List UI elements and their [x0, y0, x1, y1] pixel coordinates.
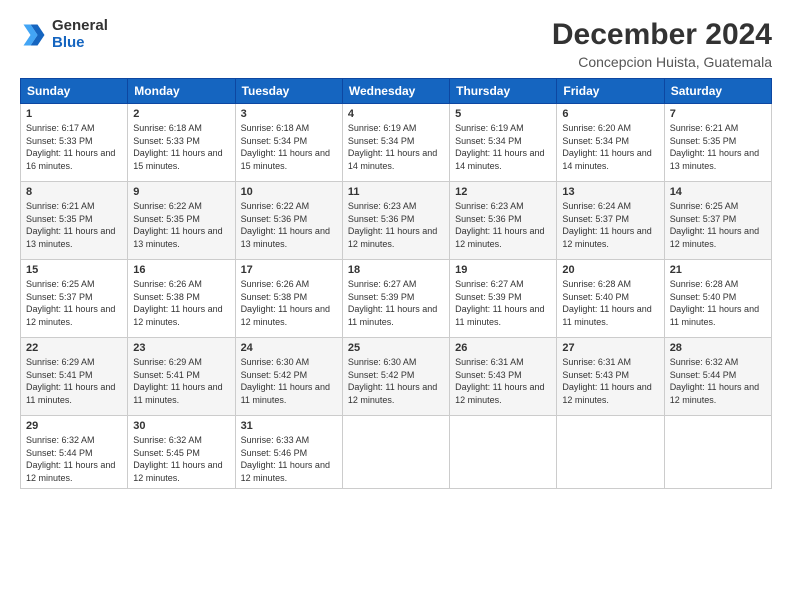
table-row: 4 Sunrise: 6:19 AMSunset: 5:34 PMDayligh…	[342, 104, 449, 182]
logo-text: General Blue	[52, 18, 108, 51]
table-row: 9 Sunrise: 6:22 AMSunset: 5:35 PMDayligh…	[128, 182, 235, 260]
logo-blue: Blue	[52, 35, 108, 52]
table-row	[664, 416, 771, 489]
table-row: 13 Sunrise: 6:24 AMSunset: 5:37 PMDaylig…	[557, 182, 664, 260]
calendar-table: Sunday Monday Tuesday Wednesday Thursday…	[20, 78, 772, 489]
col-tuesday: Tuesday	[235, 79, 342, 104]
col-friday: Friday	[557, 79, 664, 104]
table-row: 22 Sunrise: 6:29 AMSunset: 5:41 PMDaylig…	[21, 338, 128, 416]
table-row: 29 Sunrise: 6:32 AMSunset: 5:44 PMDaylig…	[21, 416, 128, 489]
table-row: 1 Sunrise: 6:17 AMSunset: 5:33 PMDayligh…	[21, 104, 128, 182]
table-row	[450, 416, 557, 489]
table-row: 7 Sunrise: 6:21 AMSunset: 5:35 PMDayligh…	[664, 104, 771, 182]
table-row: 18 Sunrise: 6:27 AMSunset: 5:39 PMDaylig…	[342, 260, 449, 338]
calendar-header-row: Sunday Monday Tuesday Wednesday Thursday…	[21, 79, 772, 104]
table-row: 6 Sunrise: 6:20 AMSunset: 5:34 PMDayligh…	[557, 104, 664, 182]
table-row	[557, 416, 664, 489]
table-row: 28 Sunrise: 6:32 AMSunset: 5:44 PMDaylig…	[664, 338, 771, 416]
table-row: 21 Sunrise: 6:28 AMSunset: 5:40 PMDaylig…	[664, 260, 771, 338]
header: General Blue December 2024 Concepcion Hu…	[20, 18, 772, 70]
col-monday: Monday	[128, 79, 235, 104]
col-sunday: Sunday	[21, 79, 128, 104]
table-row: 27 Sunrise: 6:31 AMSunset: 5:43 PMDaylig…	[557, 338, 664, 416]
table-row: 19 Sunrise: 6:27 AMSunset: 5:39 PMDaylig…	[450, 260, 557, 338]
table-row: 11 Sunrise: 6:23 AMSunset: 5:36 PMDaylig…	[342, 182, 449, 260]
table-row: 16 Sunrise: 6:26 AMSunset: 5:38 PMDaylig…	[128, 260, 235, 338]
table-row: 23 Sunrise: 6:29 AMSunset: 5:41 PMDaylig…	[128, 338, 235, 416]
table-row: 3 Sunrise: 6:18 AMSunset: 5:34 PMDayligh…	[235, 104, 342, 182]
month-title: December 2024	[552, 18, 772, 52]
table-row: 2 Sunrise: 6:18 AMSunset: 5:33 PMDayligh…	[128, 104, 235, 182]
table-row: 26 Sunrise: 6:31 AMSunset: 5:43 PMDaylig…	[450, 338, 557, 416]
table-row: 24 Sunrise: 6:30 AMSunset: 5:42 PMDaylig…	[235, 338, 342, 416]
table-row: 25 Sunrise: 6:30 AMSunset: 5:42 PMDaylig…	[342, 338, 449, 416]
table-row	[342, 416, 449, 489]
logo-icon	[20, 21, 48, 49]
table-row: 8 Sunrise: 6:21 AMSunset: 5:35 PMDayligh…	[21, 182, 128, 260]
table-row: 10 Sunrise: 6:22 AMSunset: 5:36 PMDaylig…	[235, 182, 342, 260]
title-block: December 2024 Concepcion Huista, Guatema…	[552, 18, 772, 70]
subtitle: Concepcion Huista, Guatemala	[552, 54, 772, 70]
col-wednesday: Wednesday	[342, 79, 449, 104]
table-row: 12 Sunrise: 6:23 AMSunset: 5:36 PMDaylig…	[450, 182, 557, 260]
logo: General Blue	[20, 18, 108, 51]
page: General Blue December 2024 Concepcion Hu…	[0, 0, 792, 612]
col-thursday: Thursday	[450, 79, 557, 104]
table-row: 5 Sunrise: 6:19 AMSunset: 5:34 PMDayligh…	[450, 104, 557, 182]
table-row: 15 Sunrise: 6:25 AMSunset: 5:37 PMDaylig…	[21, 260, 128, 338]
table-row: 20 Sunrise: 6:28 AMSunset: 5:40 PMDaylig…	[557, 260, 664, 338]
col-saturday: Saturday	[664, 79, 771, 104]
table-row: 30 Sunrise: 6:32 AMSunset: 5:45 PMDaylig…	[128, 416, 235, 489]
logo-general: General	[52, 18, 108, 35]
table-row: 14 Sunrise: 6:25 AMSunset: 5:37 PMDaylig…	[664, 182, 771, 260]
table-row: 31 Sunrise: 6:33 AMSunset: 5:46 PMDaylig…	[235, 416, 342, 489]
table-row: 17 Sunrise: 6:26 AMSunset: 5:38 PMDaylig…	[235, 260, 342, 338]
